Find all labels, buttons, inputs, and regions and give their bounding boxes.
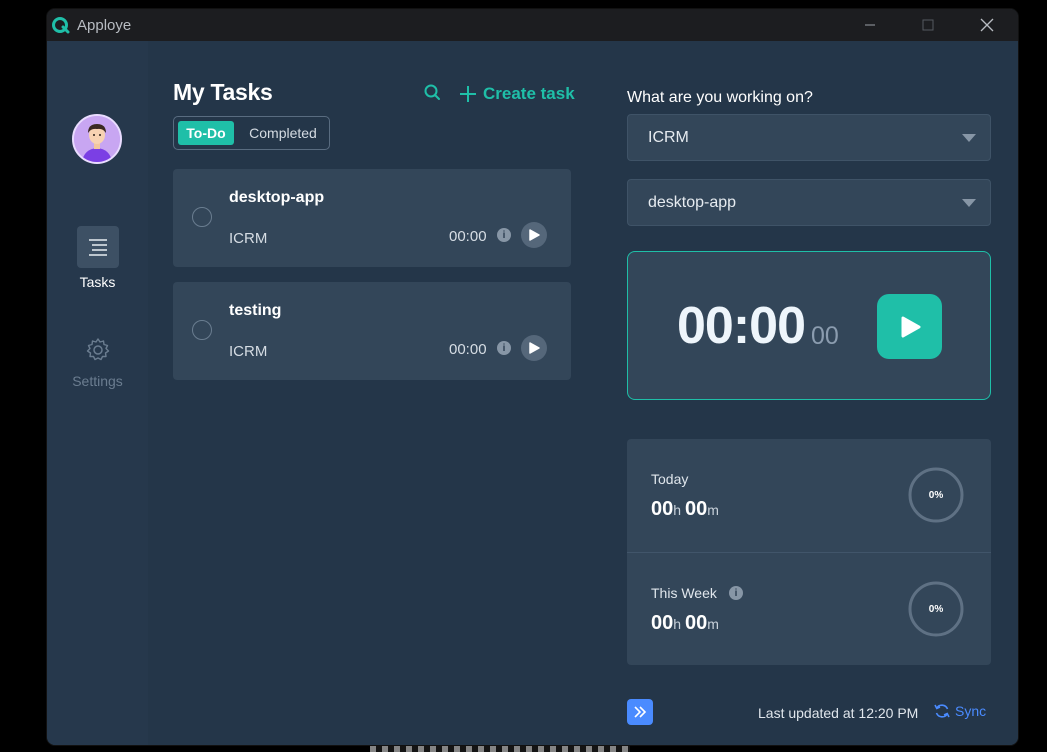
close-button[interactable] [964,9,1010,41]
minimize-button[interactable] [847,9,893,41]
search-button[interactable] [423,83,443,103]
sidebar-item-settings[interactable]: Settings [47,329,148,399]
play-icon [901,316,920,337]
user-avatar-icon [74,116,120,162]
sync-label: Sync [955,703,987,719]
create-task-label: Create task [483,84,575,103]
today-hours: 00 [651,498,674,520]
chevron-down-icon [962,199,976,207]
info-icon[interactable]: i [729,586,743,600]
sidebar-item-tasks[interactable]: Tasks [47,226,148,296]
create-task-button[interactable]: Create task [459,83,575,105]
info-icon[interactable]: i [497,228,511,242]
task-time: 00:00 [449,228,487,245]
task-complete-checkbox[interactable] [192,207,212,227]
tab-completed[interactable]: Completed [240,121,326,145]
week-progress-ring: 0% [907,580,965,638]
tracker-panel: What are you working on? ICRM desktop-ap… [588,41,1018,745]
apploye-logo-icon [52,17,70,34]
minute-unit: m [707,616,719,632]
search-icon [424,84,440,100]
play-icon [529,229,540,241]
task-select[interactable]: desktop-app [627,179,991,226]
task-select-value: desktop-app [648,194,737,211]
tab-to-do[interactable]: To-Do [178,121,234,145]
time-stats-card: Today 00h 00m 0% This Week i 00h 00m 0% [627,439,991,665]
week-hours: 00 [651,612,674,634]
app-window: Apploye Tasks Settings My Tasks Create t… [47,9,1018,745]
stats-divider [627,552,991,553]
today-progress-ring: 0% [907,466,965,524]
hour-unit: h [673,616,682,632]
task-start-button[interactable] [521,222,547,248]
sync-icon [934,704,950,718]
project-select-value: ICRM [648,129,689,146]
avatar[interactable] [72,114,122,164]
expand-button[interactable] [627,699,653,725]
sidebar-item-label: Tasks [79,274,116,290]
play-icon [529,342,540,354]
week-percent: 0% [928,603,944,615]
week-minutes: 00 [685,612,708,634]
task-complete-checkbox[interactable] [192,320,212,340]
task-card[interactable]: testing ICRM 00:00 i [173,282,571,380]
hour-unit: h [673,502,682,518]
tasks-icon-box [76,226,119,268]
sidebar: Tasks Settings [47,41,148,745]
timer-display: 00:00 [677,297,806,355]
today-percent: 0% [928,489,944,501]
tasks-panel: My Tasks Create task To-Do Completed des… [148,41,588,745]
close-icon [980,18,994,32]
task-name: testing [229,302,282,319]
double-chevron-right-icon [634,706,647,718]
task-project: ICRM [229,230,268,247]
task-name: desktop-app [229,189,325,206]
maximize-button[interactable] [905,9,951,41]
working-on-label: What are you working on? [627,89,813,106]
gear-icon-box [77,329,119,371]
tasks-icon [88,239,107,256]
task-tabs: To-Do Completed [173,116,330,150]
chevron-down-icon [962,134,976,142]
sync-button[interactable]: Sync [934,703,986,719]
sidebar-item-label: Settings [72,373,123,389]
title-bar: Apploye [47,9,1018,41]
info-icon[interactable]: i [497,341,511,355]
timer-card: 00:00 00 [627,251,991,400]
minimize-icon [865,24,875,26]
task-time: 00:00 [449,341,487,358]
today-minutes: 00 [685,498,708,520]
week-total: 00h 00m [651,612,723,635]
timer-seconds: 00 [811,322,839,350]
task-project: ICRM [229,343,268,360]
project-select[interactable]: ICRM [627,114,991,161]
page-title: My Tasks [173,79,273,105]
week-label: This Week [651,585,717,601]
maximize-icon [922,19,934,31]
last-updated-text: Last updated at 12:20 PM [758,705,919,721]
start-timer-button[interactable] [877,294,942,359]
task-card[interactable]: desktop-app ICRM 00:00 i [173,169,571,267]
gear-icon [86,338,109,361]
window-title: Apploye [77,17,132,34]
plus-icon [460,86,476,102]
today-total: 00h 00m [651,498,723,521]
today-label: Today [651,471,689,487]
task-start-button[interactable] [521,335,547,361]
minute-unit: m [707,502,719,518]
